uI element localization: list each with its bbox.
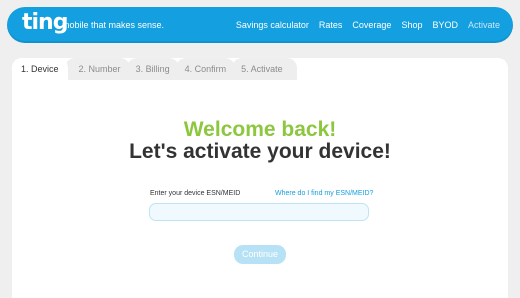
nav-shop[interactable]: Shop — [401, 19, 422, 31]
esn-help-link[interactable]: Where do I find my ESN/MEID? — [275, 189, 373, 199]
nav-savings-calculator[interactable]: Savings calculator — [236, 19, 309, 31]
esn-field-label: Enter your device ESN/MEID — [150, 190, 241, 197]
page-title: Let's activate your device! — [129, 140, 391, 163]
main-nav: Savings calculator Rates Coverage Shop B… — [236, 19, 500, 31]
nav-byod[interactable]: BYOD — [432, 19, 458, 31]
activation-steps: 1. Device 2. Number 3. Billing 4. Confir… — [12, 58, 297, 80]
step-tab-confirm[interactable]: 4. Confirm — [175, 58, 236, 80]
top-navigation-bar: ting mobile that makes sense. Savings ca… — [7, 7, 513, 43]
step-tab-activate[interactable]: 5. Activate — [232, 58, 297, 80]
step-tab-device[interactable]: 1. Device — [12, 58, 68, 80]
tagline: mobile that makes sense. — [62, 20, 165, 30]
nav-activate[interactable]: Activate — [468, 19, 500, 31]
ting-logo[interactable]: ting — [22, 10, 68, 36]
step-tab-billing[interactable]: 3. Billing — [126, 58, 179, 80]
nav-rates[interactable]: Rates — [319, 19, 343, 31]
nav-coverage[interactable]: Coverage — [352, 19, 391, 31]
welcome-heading: Welcome back! — [183, 118, 337, 141]
esn-input[interactable] — [149, 203, 369, 221]
step-tab-number[interactable]: 2. Number — [64, 58, 130, 80]
continue-button[interactable]: Continue — [234, 245, 286, 264]
